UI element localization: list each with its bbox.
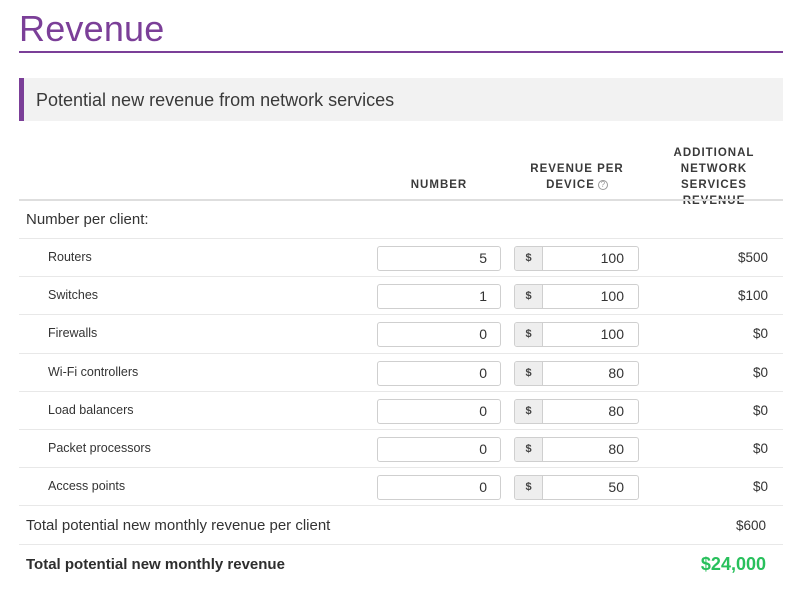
revenue-per-device-input[interactable]: 100 — [544, 323, 638, 346]
table-row: Load balancers 0 $80 $0 — [19, 392, 783, 430]
currency-prefix: $ — [515, 285, 543, 308]
revenue-per-device-field[interactable]: $100 — [514, 246, 639, 271]
row-label: Routers — [48, 250, 92, 264]
revenue-per-device-field[interactable]: $80 — [514, 437, 639, 462]
currency-prefix: $ — [515, 400, 543, 423]
row-revenue-total: $0 — [752, 365, 768, 380]
column-header-add-line1: ADDITIONAL — [673, 147, 755, 159]
column-header-number: NUMBER — [410, 179, 468, 191]
table-row: Wi-Fi controllers 0 $80 $0 — [19, 354, 783, 392]
currency-prefix: $ — [515, 362, 543, 385]
row-revenue-total: $0 — [752, 441, 768, 456]
number-input[interactable]: 0 — [377, 322, 501, 347]
currency-prefix: $ — [515, 476, 543, 499]
help-icon[interactable]: ? — [597, 180, 608, 190]
total-per-client-label: Total potential new monthly revenue per … — [26, 517, 331, 534]
number-input[interactable]: 0 — [377, 361, 501, 386]
revenue-per-device-input[interactable]: 80 — [544, 438, 638, 461]
grand-total-value: $24,000 — [700, 554, 766, 574]
section-title: Potential new revenue from network servi… — [36, 90, 395, 110]
total-per-client-value: $600 — [735, 518, 766, 533]
column-header-add-line2: NETWORK — [680, 163, 748, 175]
header-divider — [19, 199, 783, 201]
column-header-add-line3: SERVICES REVENUE — [681, 179, 747, 207]
row-label: Packet processors — [48, 441, 151, 455]
number-input[interactable]: 0 — [377, 475, 501, 500]
table-row: Packet processors 0 $80 $0 — [19, 430, 783, 468]
column-header-rpd-line1: REVENUE PER — [530, 163, 624, 175]
row-label: Wi-Fi controllers — [48, 365, 139, 379]
column-header-revenue-per-device: REVENUE PER DEVICE? — [514, 161, 640, 193]
revenue-per-device-input[interactable]: 50 — [544, 476, 638, 499]
currency-prefix: $ — [515, 323, 543, 346]
revenue-per-device-field[interactable]: $50 — [514, 475, 639, 500]
revenue-per-device-input[interactable]: 80 — [544, 400, 638, 423]
revenue-per-device-field[interactable]: $100 — [514, 322, 639, 347]
table-row: Routers 5 $100 $500 — [19, 239, 783, 277]
table-row: Access points 0 $50 $0 — [19, 468, 783, 506]
row-label: Switches — [48, 288, 99, 302]
revenue-per-device-input[interactable]: 100 — [544, 247, 638, 270]
grand-total-label: Total potential new monthly revenue — [26, 556, 285, 573]
title-divider — [19, 51, 783, 53]
group-label: Number per client: — [26, 211, 149, 228]
number-input[interactable]: 1 — [377, 284, 501, 309]
row-label: Access points — [48, 479, 126, 493]
number-input[interactable]: 0 — [377, 399, 501, 424]
revenue-per-device-input[interactable]: 80 — [544, 362, 638, 385]
row-divider — [19, 544, 783, 545]
revenue-per-device-input[interactable]: 100 — [544, 285, 638, 308]
page-title: Revenue — [19, 8, 165, 49]
revenue-per-device-field[interactable]: $100 — [514, 284, 639, 309]
revenue-per-device-field[interactable]: $80 — [514, 399, 639, 424]
table-row: Switches 1 $100 $100 — [19, 277, 783, 315]
row-revenue-total: $0 — [752, 326, 768, 341]
revenue-per-device-field[interactable]: $80 — [514, 361, 639, 386]
row-label: Firewalls — [48, 326, 98, 340]
currency-prefix: $ — [515, 247, 543, 270]
currency-prefix: $ — [515, 438, 543, 461]
row-revenue-total: $500 — [737, 250, 768, 265]
number-input[interactable]: 5 — [377, 246, 501, 271]
row-revenue-total: $0 — [752, 403, 768, 418]
table-row: Firewalls 0 $100 $0 — [19, 315, 783, 353]
row-revenue-total: $100 — [737, 288, 768, 303]
row-label: Load balancers — [48, 403, 134, 417]
number-input[interactable]: 0 — [377, 437, 501, 462]
section-header: Potential new revenue from network servi… — [19, 78, 783, 121]
row-divider — [19, 505, 783, 506]
row-revenue-total: $0 — [752, 479, 768, 494]
column-header-rpd-line2: DEVICE — [546, 179, 595, 191]
